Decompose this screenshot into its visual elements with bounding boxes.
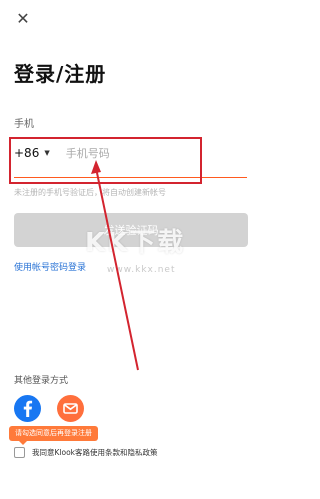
- facebook-login-button[interactable]: [14, 395, 41, 422]
- close-button[interactable]: ✕: [14, 10, 32, 28]
- phone-field-label: 手机: [14, 119, 34, 130]
- agreement-tooltip: 请勾选同意后再登录注册: [9, 426, 98, 445]
- agreement-and: 和: [120, 448, 128, 457]
- agreement-text: 我同意Klook客路使用条款和隐私政策: [32, 447, 158, 458]
- page-title: 登录/注册: [14, 62, 107, 86]
- phone-hint-text: 未注册的手机号验证后，将自动创建新帐号: [14, 188, 166, 197]
- terms-link[interactable]: Klook客路使用条款: [55, 448, 121, 457]
- facebook-icon: [23, 400, 33, 417]
- annotation-highlight-box: [9, 137, 202, 184]
- agreement-row: 我同意Klook客路使用条款和隐私政策: [14, 447, 158, 458]
- watermark-url: www.kkx.net: [107, 265, 176, 275]
- password-login-link[interactable]: 使用帐号密码登录: [14, 260, 86, 273]
- agreement-prefix: 我同意: [32, 448, 55, 457]
- email-login-button[interactable]: [57, 395, 84, 422]
- other-login-label: 其他登录方式: [14, 376, 69, 386]
- agreement-checkbox[interactable]: [14, 447, 25, 458]
- close-icon: ✕: [16, 9, 30, 28]
- privacy-policy-link[interactable]: 隐私政策: [128, 448, 158, 457]
- watermark-logo-text: KK下载: [85, 228, 186, 258]
- email-icon: [63, 403, 78, 414]
